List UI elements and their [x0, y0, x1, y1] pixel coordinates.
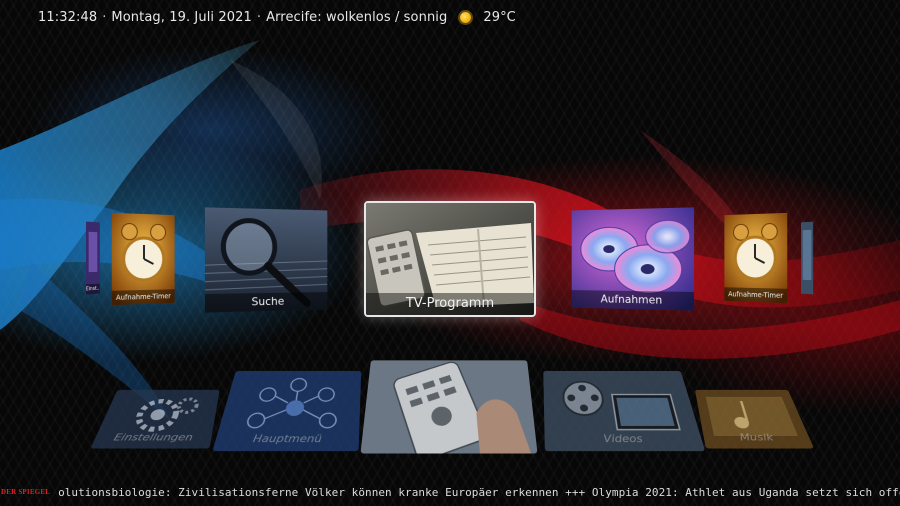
media-center-home: 11:32:48 · Montag, 19. Juli 2021 · Arrec… [0, 0, 900, 506]
temperature: 29°C [483, 10, 516, 25]
menu-item-main-menu[interactable]: Hauptmenü [212, 371, 361, 451]
weather-location: Arrecife: wolkenlos / sonnig [266, 10, 447, 25]
tile-edge-icon [801, 222, 813, 295]
separator: · [257, 10, 261, 25]
menu-item-label: Einstellungen [93, 432, 212, 443]
carousel-tile-label: TV-Programm [366, 293, 534, 315]
carousel-tile-label: Suche [205, 292, 327, 313]
carousel-tile-tv-guide[interactable]: TV-Programm [364, 201, 536, 317]
carousel-tile-recording-timer[interactable]: Aufnahme-Timer [112, 213, 175, 305]
clock-time: 11:32:48 [38, 10, 97, 25]
menu-item-videos[interactable]: Videos [543, 371, 705, 451]
sun-icon [460, 12, 471, 23]
carousel-tile-label: Aufnahme-Timer [112, 289, 175, 305]
news-ticker: DER SPIEGEL olutionsbiologie: Zivilisati… [0, 478, 900, 506]
carousel-tile-search[interactable]: Suche [205, 207, 327, 312]
carousel-tile-label: Aufnahmen [572, 290, 694, 311]
carousel-tile-edge[interactable] [801, 222, 813, 295]
menu-item-label: TV [361, 434, 537, 447]
menu-item-label: Musik [703, 432, 812, 443]
date: Montag, 19. Juli 2021 [111, 10, 251, 25]
menu-item-label: Hauptmenü [214, 432, 359, 445]
carousel-tile-label: Einst... [86, 284, 100, 295]
carousel-tile-label: Aufnahme-Timer [724, 287, 787, 303]
separator: · [102, 10, 106, 25]
status-bar: 11:32:48 · Montag, 19. Juli 2021 · Arrec… [0, 0, 900, 34]
carousel-tile-recordings[interactable]: Aufnahmen [572, 207, 694, 310]
carousel-tile-settings-edge[interactable]: Einst... [86, 222, 100, 295]
menu-item-label: Videos [544, 432, 703, 445]
news-source-logo: DER SPIEGEL [1, 488, 50, 496]
carousel-tile-recording-timer[interactable]: Aufnahme-Timer [724, 213, 787, 303]
news-ticker-text: olutionsbiologie: Zivilisationsferne Völ… [58, 486, 900, 499]
menu-item-tv[interactable]: TV [360, 360, 537, 453]
